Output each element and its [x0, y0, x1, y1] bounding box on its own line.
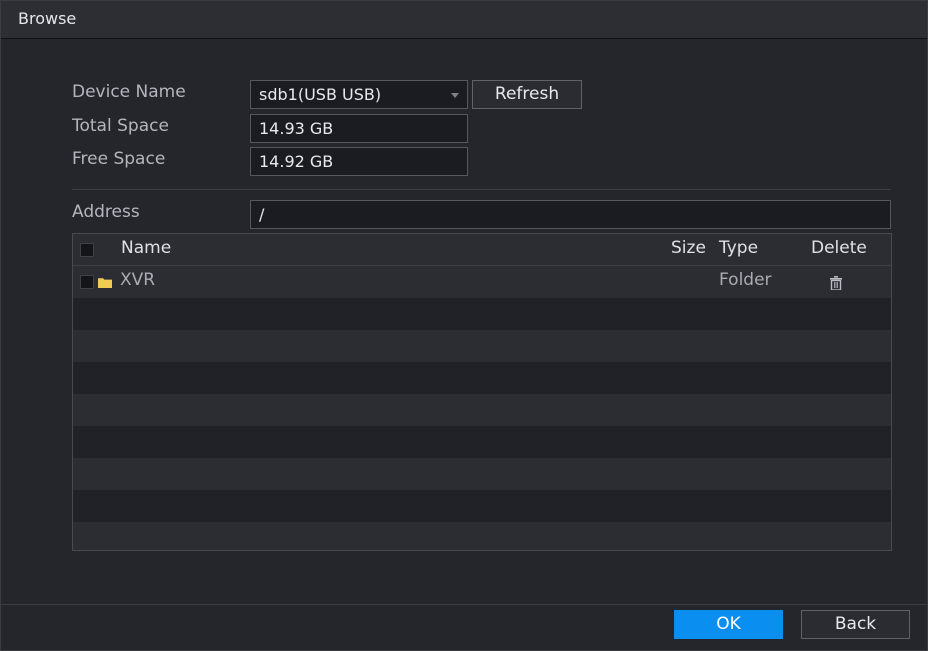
empty-row: [73, 330, 891, 362]
refresh-button[interactable]: Refresh: [472, 80, 582, 109]
empty-row: [73, 490, 891, 522]
empty-row: [73, 426, 891, 458]
dialog-title: Browse: [18, 9, 77, 28]
file-table: Name Size Type Delete XVR Folder: [72, 233, 892, 551]
total-space-field: 14.93 GB: [250, 114, 468, 143]
free-space-field: 14.92 GB: [250, 147, 468, 176]
empty-row: [73, 298, 891, 330]
column-delete-header: Delete: [811, 238, 867, 258]
total-space-value: 14.93 GB: [259, 119, 334, 138]
dialog-footer: [1, 604, 927, 650]
browse-dialog: Browse Device Name sdb1(USB USB) Refresh…: [0, 0, 928, 651]
empty-row: [73, 458, 891, 490]
chevron-down-icon: [451, 93, 459, 98]
row-type: Folder: [719, 270, 772, 290]
empty-row: [73, 394, 891, 426]
total-space-label: Total Space: [72, 116, 169, 136]
empty-row: [73, 362, 891, 394]
column-size-header: Size: [671, 238, 706, 258]
free-space-label: Free Space: [72, 149, 166, 169]
free-space-value: 14.92 GB: [259, 152, 334, 171]
trash-icon[interactable]: [830, 276, 842, 290]
row-name: XVR: [120, 270, 156, 290]
address-label: Address: [72, 202, 140, 222]
folder-icon: [98, 278, 112, 288]
device-name-select[interactable]: sdb1(USB USB): [250, 80, 468, 109]
device-name-label: Device Name: [72, 82, 186, 102]
title-bar: Browse: [1, 1, 927, 39]
ok-button[interactable]: OK: [674, 610, 783, 639]
section-divider: [72, 189, 891, 190]
column-name-header: Name: [121, 238, 172, 258]
device-name-value: sdb1(USB USB): [259, 85, 382, 104]
back-button[interactable]: Back: [801, 610, 910, 639]
empty-row: [73, 522, 891, 550]
table-header: Name Size Type Delete: [73, 234, 891, 266]
column-type-header: Type: [719, 238, 759, 258]
address-value: /: [259, 205, 265, 224]
address-field[interactable]: /: [250, 200, 891, 229]
select-all-checkbox[interactable]: [80, 243, 94, 257]
row-checkbox[interactable]: [80, 275, 94, 289]
table-row[interactable]: XVR Folder: [73, 266, 891, 298]
